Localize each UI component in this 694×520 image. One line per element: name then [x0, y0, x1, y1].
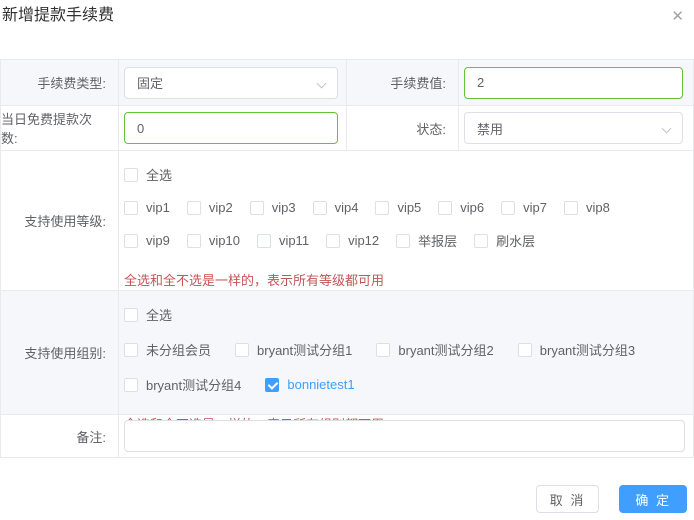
free-count-input[interactable] [124, 112, 338, 144]
status-select[interactable]: 禁用 [464, 112, 683, 144]
fee-type-label: 手续费类型: [1, 60, 119, 105]
fee-value-label: 手续费值: [347, 60, 459, 105]
group-checkbox[interactable]: bryant测试分组1 [235, 340, 352, 359]
checkbox-icon [124, 200, 138, 215]
confirm-button[interactable]: 确 定 [619, 485, 687, 513]
checkbox-icon [326, 233, 341, 248]
level-checkbox[interactable]: 刷水层 [474, 231, 535, 250]
levels-select-all-row: 全选 [124, 165, 685, 184]
groups-label: 支持使用组别: [1, 291, 119, 414]
add-withdraw-fee-dialog: 新增提款手续费 ✕ 手续费类型: 固定 手续费值: 当日免费提款次数: 状态: [0, 0, 694, 520]
row-levels: 支持使用等级: 全选 vip1 vip2 vip3 vip4 vip5 vip6… [1, 150, 693, 290]
checkbox-icon [438, 200, 453, 215]
checkbox-icon [124, 167, 138, 182]
level-checkbox[interactable]: vip4 [312, 200, 358, 215]
checkbox-icon [124, 377, 138, 392]
close-icon[interactable]: ✕ [671, 9, 684, 24]
chevron-down-icon [663, 125, 671, 133]
level-checkbox[interactable]: vip1 [124, 200, 170, 215]
status-selected-value: 禁用 [477, 121, 504, 137]
level-checkbox[interactable]: vip10 [186, 233, 240, 248]
level-checkbox[interactable]: vip5 [375, 200, 421, 215]
checkbox-icon [474, 233, 489, 248]
group-checkbox[interactable]: bryant测试分组2 [376, 340, 494, 359]
checkbox-icon [235, 342, 250, 357]
checkbox-icon [265, 377, 280, 392]
level-checkbox[interactable]: vip3 [249, 200, 296, 215]
checkbox-icon [564, 200, 579, 215]
row-fee-type-value: 手续费类型: 固定 手续费值: [1, 60, 693, 105]
dialog-header: 新增提款手续费 ✕ [0, 6, 694, 26]
level-checkbox[interactable]: vip6 [438, 200, 484, 215]
row-remark: 备注: [1, 414, 693, 457]
free-count-label: 当日免费提款次数: [1, 106, 119, 150]
group-checkbox[interactable]: bryant测试分组3 [517, 340, 635, 359]
levels-label: 支持使用等级: [1, 151, 119, 290]
cancel-button[interactable]: 取 消 [535, 485, 600, 513]
level-checkbox[interactable]: vip11 [256, 233, 309, 248]
level-checkbox[interactable]: vip7 [501, 200, 547, 215]
status-label: 状态: [347, 106, 459, 150]
level-checkbox[interactable]: 举报层 [396, 231, 457, 250]
checkbox-icon [517, 342, 532, 357]
checkbox-icon [396, 233, 411, 248]
checkbox-icon [375, 200, 390, 215]
groups-row-2: bryant测试分组4 bonnietest1 [124, 375, 685, 394]
checkbox-icon [124, 307, 138, 322]
checkbox-icon [256, 233, 271, 248]
groups-select-all-checkbox[interactable]: 全选 [124, 305, 172, 324]
fee-type-selected-value: 固定 [137, 76, 164, 91]
row-groups: 支持使用组别: 全选 未分组会员 bryant测试分组1 bryant测试分组2… [1, 290, 693, 432]
checkbox-icon [124, 233, 138, 248]
checkbox-icon [376, 342, 391, 357]
level-checkbox[interactable]: vip8 [564, 200, 610, 215]
levels-note: 全选和全不选是一样的，表示所有等级都可用 [124, 273, 385, 288]
levels-row-2: vip9 vip10 vip11 vip12 举报层 刷水层 [124, 231, 685, 250]
checkbox-icon [124, 342, 138, 357]
level-checkbox[interactable]: vip2 [186, 200, 233, 215]
remark-label: 备注: [1, 415, 119, 457]
group-checkbox[interactable]: bryant测试分组4 [124, 375, 241, 394]
checkbox-icon [186, 200, 201, 215]
dialog-title: 新增提款手续费 [2, 7, 115, 24]
checkbox-icon [501, 200, 516, 215]
checkbox-icon [312, 200, 327, 215]
group-checkbox[interactable]: 未分组会员 [124, 340, 211, 359]
row-free-count-status: 当日免费提款次数: 状态: 禁用 [1, 105, 693, 150]
chevron-down-icon [318, 80, 326, 88]
group-checkbox[interactable]: bonnietest1 [265, 377, 355, 392]
checkbox-icon [249, 200, 264, 215]
fee-type-select[interactable]: 固定 [124, 66, 338, 99]
groups-row-1: 未分组会员 bryant测试分组1 bryant测试分组2 bryant测试分组… [124, 340, 685, 359]
groups-select-all-row: 全选 [124, 305, 685, 324]
levels-select-all-checkbox[interactable]: 全选 [124, 165, 172, 184]
level-checkbox[interactable]: vip12 [326, 233, 379, 248]
checkbox-icon [186, 233, 201, 248]
remark-input[interactable] [124, 420, 685, 452]
dialog-footer: 取 消 确 定 [535, 485, 687, 513]
form-table: 手续费类型: 固定 手续费值: 当日免费提款次数: 状态: 禁用 [0, 59, 694, 458]
level-checkbox[interactable]: vip9 [124, 233, 170, 248]
levels-row-1: vip1 vip2 vip3 vip4 vip5 vip6 vip7 vip8 [124, 200, 685, 215]
fee-value-input[interactable] [464, 66, 683, 99]
